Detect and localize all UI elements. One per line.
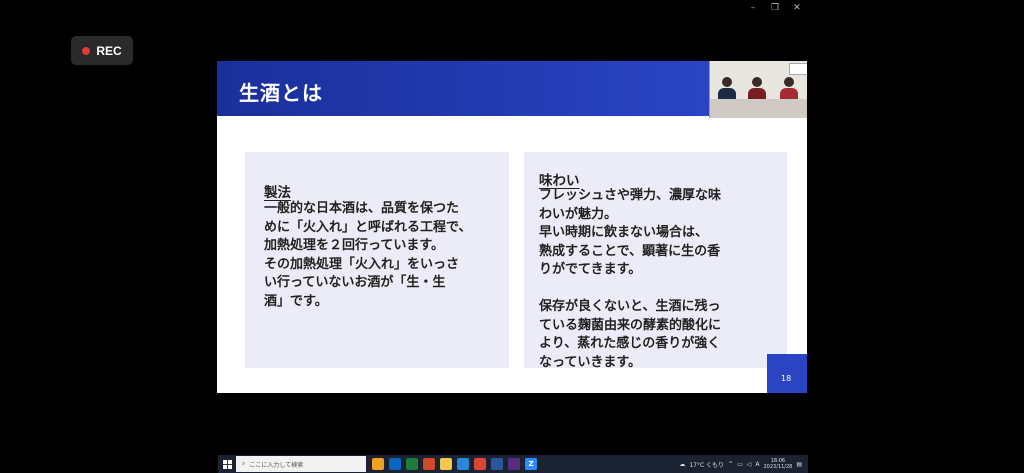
production-heading: 製法 — [264, 185, 291, 201]
production-text: 一般的な日本酒は、品質を保つた めに「火入れ」と呼ばれる工程で、 加熱処理を２回… — [264, 201, 472, 309]
notification-icon[interactable]: ▤ — [796, 461, 802, 468]
briefcase-icon[interactable] — [372, 458, 384, 470]
taste-heading: 味わい — [539, 173, 580, 189]
speaker-icon[interactable]: ◁ — [747, 461, 752, 468]
search-icon: ⌕ — [242, 460, 246, 467]
weather-text[interactable]: 17°C くもり — [689, 460, 724, 469]
word-icon[interactable] — [491, 458, 503, 470]
search-placeholder: ここに入力して検索 — [249, 461, 304, 469]
taste-text: フレッシュさや弾力、濃厚な味 わいが魅力。 早い時期に飲まない場合は、 熟成する… — [539, 188, 722, 370]
windows-start-button[interactable] — [218, 455, 236, 473]
chrome-icon[interactable] — [474, 458, 486, 470]
pinned-apps: Z — [372, 458, 537, 470]
window-controls: – ❐ ✕ — [742, 2, 808, 14]
minimize-icon[interactable]: – — [742, 2, 764, 14]
close-icon[interactable]: ✕ — [786, 2, 808, 14]
page-number: 18 — [781, 374, 792, 383]
clock-date: 2023/11/28 — [763, 464, 793, 470]
taste-panel: 味わい フレッシュさや弾力、濃厚な味 わいが魅力。 早い時期に飲まない場合は、 … — [524, 152, 787, 370]
outlook-icon[interactable] — [389, 458, 401, 470]
recording-indicator[interactable]: REC — [71, 36, 133, 65]
cloud-icon: ☁ — [679, 460, 686, 468]
taskbar-search-box[interactable]: ⌕ ここに入力して検索 — [236, 456, 366, 472]
windows-logo-icon — [222, 459, 232, 469]
slide-header: 生酒とは — [217, 61, 712, 116]
record-dot-icon — [82, 46, 91, 55]
taskbar: ⌕ ここに入力して検索 Z ☁ 17°C くもり ^ ▭ ◁ A 18:06 2… — [218, 455, 808, 473]
chevron-up-icon[interactable]: ^ — [728, 461, 733, 468]
excel-icon[interactable] — [406, 458, 418, 470]
edge-icon[interactable] — [457, 458, 469, 470]
restore-icon[interactable]: ❐ — [764, 2, 786, 14]
ime-indicator[interactable]: A — [755, 461, 759, 468]
poster-image — [789, 63, 807, 75]
slide-title: 生酒とは — [239, 81, 323, 105]
network-icon[interactable]: ▭ — [737, 461, 743, 468]
system-tray: ☁ 17°C くもり ^ ▭ ◁ A 18:06 2023/11/28 ▤ — [679, 458, 808, 470]
presentation-slide: 生酒とは 製法 一般的な日本酒は、品質を保つた めに「火入れ」と呼ばれる工程で、… — [217, 61, 807, 393]
clock[interactable]: 18:06 2023/11/28 — [764, 458, 793, 470]
webcam-video — [709, 61, 807, 118]
powerpoint-icon[interactable] — [423, 458, 435, 470]
zoom-icon[interactable]: Z — [525, 458, 537, 470]
production-panel: 製法 一般的な日本酒は、品質を保つた めに「火入れ」と呼ばれる工程で、 加熱処理… — [245, 152, 509, 368]
folder-icon[interactable] — [440, 458, 452, 470]
media-player-icon[interactable] — [508, 458, 520, 470]
recording-label: REC — [96, 43, 122, 58]
